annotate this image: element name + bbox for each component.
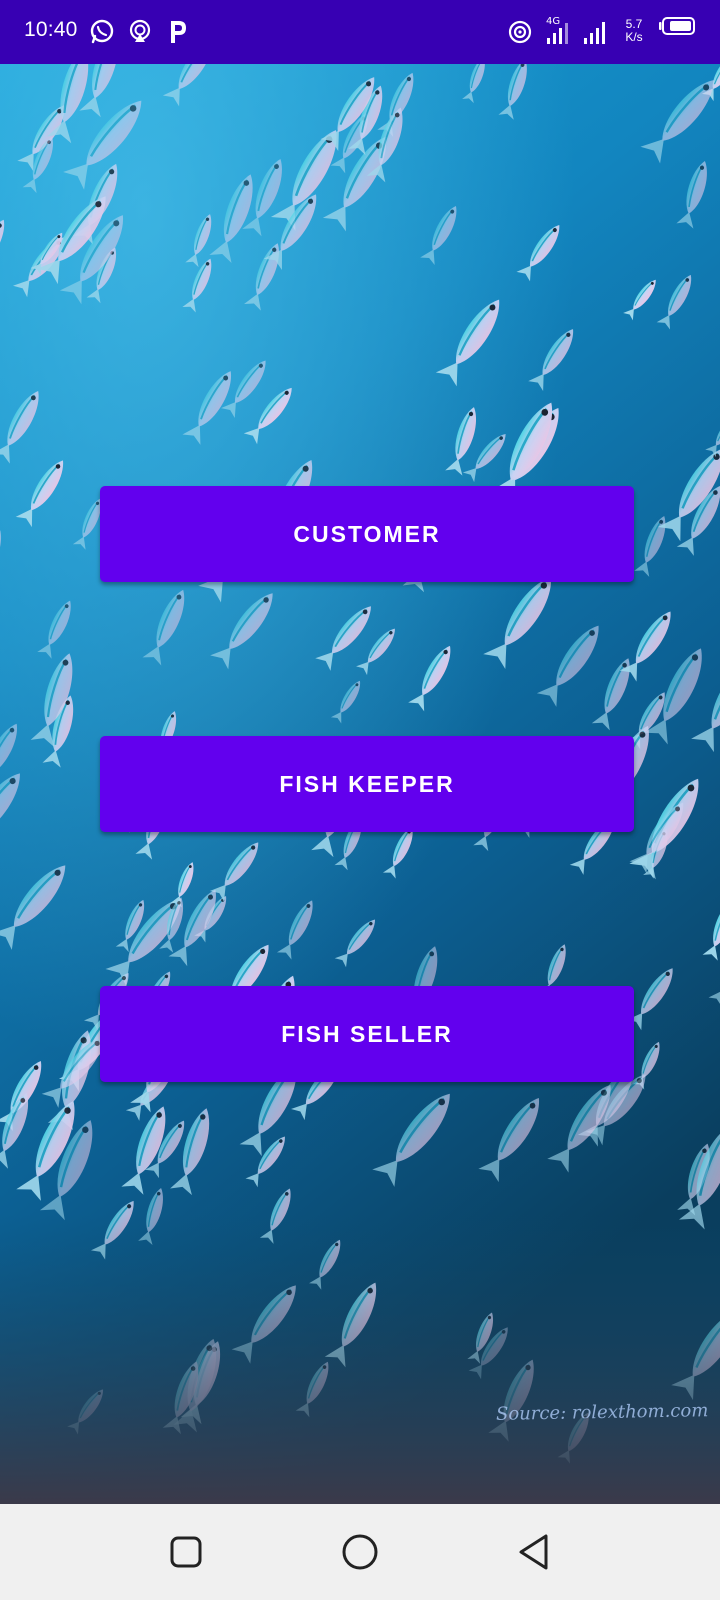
signal-icon [582,14,610,48]
source-watermark: Source: rolexthom.com [495,1400,709,1425]
home-button[interactable] [334,1526,386,1578]
paytm-icon [164,14,192,48]
airdrop-icon [126,14,154,48]
back-button[interactable] [508,1526,560,1578]
status-right-icons: 4G 5.7 K/s [506,14,696,48]
home-icon [342,1534,378,1570]
whatsapp-icon [88,14,116,48]
status-bar: 10:40 4G 5.7 K/s [0,0,720,64]
network-speed: 5.7 K/s [620,18,648,44]
screen: 10:40 4G 5.7 K/s Source: rolexthom.com C… [0,0,720,1600]
signal-4g-icon: 4G [544,14,572,48]
battery-icon [658,14,696,48]
status-left-icons [88,14,192,48]
fish-seller-button[interactable]: FISH SELLER [100,986,634,1082]
status-time: 10:40 [24,18,78,41]
fish-keeper-button[interactable]: FISH KEEPER [100,736,634,832]
back-icon [519,1534,548,1570]
hotspot-icon [506,14,534,48]
recents-button[interactable] [160,1526,212,1578]
recents-icon [170,1536,202,1568]
network-speed-value: 5.7 [625,17,643,31]
svg-text:4G: 4G [546,16,560,27]
customer-button[interactable]: CUSTOMER [100,486,634,582]
network-speed-unit: K/s [625,30,643,44]
navigation-bar [0,1504,720,1600]
